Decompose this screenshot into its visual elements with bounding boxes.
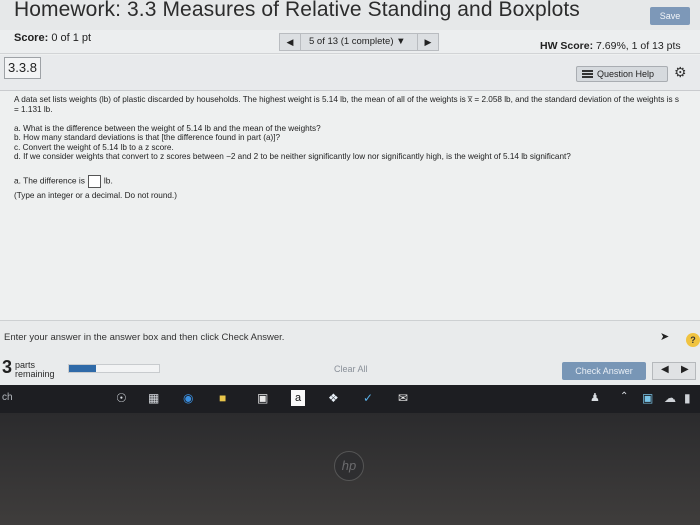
taskbar-search[interactable]: ch <box>2 392 13 403</box>
clear-all-button[interactable]: Clear All <box>334 364 368 374</box>
question-number: 3.3.8 <box>4 57 41 79</box>
gear-icon[interactable]: ⚙ <box>674 64 687 81</box>
parts-label-line2: remaining <box>15 369 55 379</box>
part-d: d. If we consider weights that convert t… <box>14 152 571 162</box>
previous-part-icon[interactable]: ◀ <box>661 364 669 375</box>
part-b: b. How many standard deviations is that … <box>14 133 281 143</box>
answer-input[interactable] <box>87 175 101 188</box>
cloud-icon[interactable]: ☁ <box>664 391 676 405</box>
parts-remaining-count: 3 <box>2 357 13 377</box>
triangle-right-icon: ▶ <box>424 37 432 47</box>
answer-prefix: a. The difference is <box>14 175 85 186</box>
amazon-icon[interactable]: a <box>291 390 305 406</box>
chevron-up-icon[interactable]: ⌃ <box>620 391 628 402</box>
score-value: 0 of 1 pt <box>51 32 92 44</box>
triangle-left-icon: ◀ <box>286 37 294 47</box>
instruction-text: Enter your answer in the answer box and … <box>4 332 285 343</box>
part-navigation: ◀ ▶ <box>652 362 696 380</box>
hp-logo: hp <box>334 451 364 481</box>
cursor-icon: ➤ <box>660 331 670 343</box>
previous-question-button[interactable]: ◀ <box>279 33 301 51</box>
file-explorer-icon[interactable]: ■ <box>219 391 226 405</box>
browser-screen: Homework: 3.3 Measures of Relative Stand… <box>0 0 700 413</box>
parts-progress-bar <box>68 364 160 373</box>
question-help-button[interactable]: Question Help <box>576 66 668 82</box>
save-button[interactable]: Save <box>650 7 690 25</box>
parts-remaining-label: parts remaining <box>15 361 55 379</box>
type-hint: (Type an integer or a decimal. Do not ro… <box>14 191 177 200</box>
task-view-icon[interactable]: ▦ <box>148 391 159 405</box>
answer-line: a. The difference is lb. <box>14 175 113 188</box>
check-answer-button[interactable]: Check Answer <box>562 362 646 380</box>
mic-icon[interactable]: ☉ <box>116 391 127 405</box>
dropbox-icon[interactable]: ❖ <box>328 391 339 405</box>
next-part-icon[interactable]: ▶ <box>681 364 689 375</box>
hw-score-text: HW Score: 7.69%, 1 of 13 pts <box>540 40 681 52</box>
hw-score-value: 7.69%, 1 of 13 pts <box>596 40 681 52</box>
question-help-label: Question Help <box>597 69 655 79</box>
list-icon <box>582 70 593 78</box>
taskbar: ch ☉ ▦ ◉ ■ ▣ a ❖ ✓ ✉ ♟ ⌃ ▣ ☁ ▮ <box>0 385 700 413</box>
tray-app-icon[interactable]: ▣ <box>642 391 653 405</box>
app-icon[interactable]: ✓ <box>363 391 373 405</box>
help-icon[interactable]: ? <box>686 333 700 347</box>
score-label: Score: <box>14 32 49 44</box>
part-c: c. Convert the weight of 5.14 lb to a z … <box>14 142 174 152</box>
problem-statement: A data set lists weights (lb) of plastic… <box>14 95 680 114</box>
page-title: Homework: 3.3 Measures of Relative Stand… <box>14 0 580 21</box>
score-text: Score: 0 of 1 pt <box>14 32 91 44</box>
parts-progress-fill <box>69 365 96 372</box>
answer-unit: lb. <box>103 175 113 186</box>
question-select-dropdown[interactable]: 5 of 13 (1 complete) ▼ <box>301 33 417 51</box>
mail-icon[interactable]: ✉ <box>398 391 408 405</box>
edge-icon[interactable]: ◉ <box>183 391 193 405</box>
battery-icon: ▮ <box>684 391 691 405</box>
people-icon[interactable]: ♟ <box>590 391 600 404</box>
question-parts: a. What is the difference between the we… <box>14 124 694 162</box>
part-a: a. What is the difference between the we… <box>14 124 321 133</box>
hw-score-label: HW Score: <box>540 40 594 52</box>
store-icon[interactable]: ▣ <box>257 391 268 405</box>
next-question-button[interactable]: ▶ <box>417 33 439 51</box>
